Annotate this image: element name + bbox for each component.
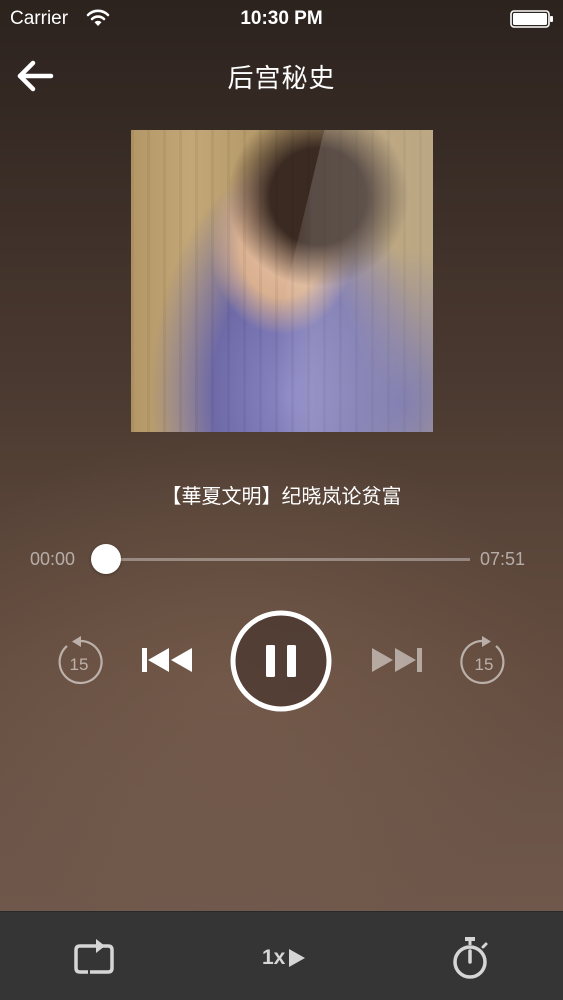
repeat-icon [74, 939, 114, 974]
previous-track-button[interactable] [140, 640, 196, 680]
status-time: 10:30 PM [240, 8, 323, 29]
skip-next-icon [372, 648, 422, 672]
forward-15-button[interactable]: 15 [459, 636, 509, 686]
play-triangle-icon [289, 949, 306, 967]
battery-icon [510, 10, 553, 28]
forward-15-icon: 15 [460, 636, 505, 685]
speed-label: 1x [262, 946, 286, 969]
bottom-toolbar: 1x [0, 911, 563, 1000]
elapsed-time: 00:00 [30, 549, 76, 569]
rewind-15-icon: 15 [58, 636, 103, 685]
playback-speed-button[interactable]: 1x [262, 942, 306, 974]
skip-previous-icon [142, 648, 192, 672]
page-title: 后宫秘史 [227, 64, 336, 94]
player-screen: Carrier 10:30 PM 后宫秘史 【華夏文明】纪晓岚论贫富 00:00… [0, 0, 563, 1000]
stopwatch-icon [453, 937, 488, 979]
next-track-button[interactable] [368, 640, 424, 680]
track-title: 【華夏文明】纪晓岚论贫富 [161, 484, 402, 508]
svg-text:15: 15 [475, 655, 494, 674]
rewind-15-button[interactable]: 15 [54, 636, 104, 686]
total-time: 07:51 [480, 549, 526, 569]
progress-thumb[interactable] [91, 544, 121, 574]
sleep-timer-button[interactable] [450, 936, 490, 980]
svg-text:15: 15 [70, 655, 89, 674]
status-bar: Carrier 10:30 PM [0, 0, 563, 38]
repeat-button[interactable] [72, 938, 116, 978]
album-cover-image [131, 130, 433, 432]
play-pause-button[interactable] [228, 608, 334, 714]
progress-slider[interactable] [91, 544, 470, 574]
